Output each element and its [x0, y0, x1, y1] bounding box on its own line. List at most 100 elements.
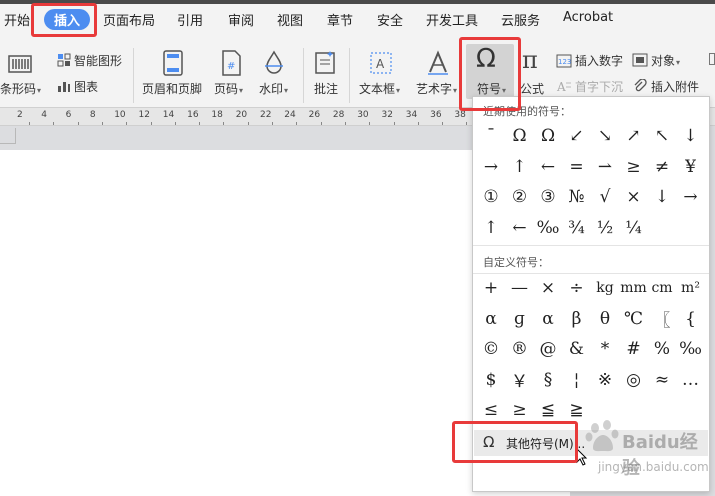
symbol-cell[interactable]: ℃	[621, 306, 647, 332]
symbol-cell[interactable]: ¦	[564, 367, 590, 393]
symbol-cell[interactable]: =	[564, 154, 590, 180]
ruler-mark: 8	[89, 110, 96, 120]
symbol-cell[interactable]: ↑	[478, 215, 504, 241]
symbol-cell[interactable]: ɡ	[507, 306, 533, 332]
symbol-cell[interactable]: @	[535, 336, 561, 362]
tab-view[interactable]: 视图	[277, 10, 303, 29]
symbol-cell[interactable]: ¼	[621, 215, 647, 241]
tab-developer[interactable]: 开发工具	[426, 10, 478, 29]
symbol-cell[interactable]: ←	[535, 154, 561, 180]
symbol-cell[interactable]: &	[564, 336, 590, 362]
symbol-cell[interactable]: —	[507, 275, 533, 301]
tab-security[interactable]: 安全	[377, 10, 403, 29]
symbol-cell[interactable]: ¥	[678, 154, 704, 180]
symbol-cell[interactable]: ￥	[507, 367, 533, 393]
chart-button[interactable]: 图表	[74, 78, 98, 95]
symbol-cell[interactable]: ÷	[564, 275, 590, 301]
symbol-cell[interactable]: ③	[535, 184, 561, 210]
symbol-cell[interactable]: ↓	[678, 123, 704, 149]
barcode-button[interactable]: 条形码▾	[0, 80, 41, 97]
symbol-cell[interactable]: √	[592, 184, 618, 210]
symbol-cell[interactable]: Ω	[507, 123, 533, 149]
symbol-cell[interactable]: …	[678, 367, 704, 393]
symbol-cell[interactable]: ②	[507, 184, 533, 210]
baidu-paw-logo	[585, 418, 621, 458]
tab-page-layout[interactable]: 页面布局	[103, 10, 155, 29]
symbol-cell[interactable]: ½	[592, 215, 618, 241]
symbol-cell[interactable]: α	[478, 306, 504, 332]
symbol-cell[interactable]: ↑	[507, 154, 533, 180]
symbol-cell[interactable]: ≥	[507, 397, 533, 423]
symbol-cell[interactable]: ↖	[649, 123, 675, 149]
symbol-cell[interactable]: kg	[592, 275, 618, 301]
symbol-cell[interactable]: #	[621, 336, 647, 362]
ruler-mark: 32	[381, 110, 393, 120]
symbol-cell[interactable]: →	[478, 154, 504, 180]
symbol-cell[interactable]: ×	[621, 184, 647, 210]
symbol-cell[interactable]: →	[678, 184, 704, 210]
symbol-cell[interactable]: ↙	[564, 123, 590, 149]
symbol-cell[interactable]: +	[478, 275, 504, 301]
symbol-cell[interactable]: №	[564, 184, 590, 210]
ruler-tick	[272, 122, 273, 125]
symbol-cell[interactable]: ¯	[478, 123, 504, 149]
tab-chapter[interactable]: 章节	[327, 10, 353, 29]
symbol-cell[interactable]: ←	[507, 215, 533, 241]
symbol-cell[interactable]: ≈	[649, 367, 675, 393]
page-number-button[interactable]: 页码▾	[214, 80, 243, 97]
symbol-cell[interactable]: Ω	[535, 123, 561, 149]
formula-button[interactable]: 公式	[520, 80, 544, 97]
symbol-cell[interactable]: ®	[507, 336, 533, 362]
symbol-cell[interactable]: ◎	[621, 367, 647, 393]
symbol-cell[interactable]: cm	[649, 275, 675, 301]
symbol-cell[interactable]: ①	[478, 184, 504, 210]
tab-cloud[interactable]: 云服务	[501, 10, 540, 29]
symbol-cell[interactable]: *	[592, 336, 618, 362]
symbol-cell[interactable]: ≦	[535, 397, 561, 423]
symbol-cell[interactable]: ‰	[535, 215, 561, 241]
symbol-cell[interactable]: {	[678, 306, 704, 332]
symbol-cell[interactable]: m²	[678, 275, 704, 301]
ruler-mark: 14	[162, 110, 175, 120]
symbol-cell[interactable]: %	[649, 336, 675, 362]
symbol-cell[interactable]: ※	[592, 367, 618, 393]
insert-number-button[interactable]: 插入数字	[575, 52, 623, 69]
barcode-label: 条形码	[0, 82, 37, 96]
tab-home[interactable]: 开始	[4, 10, 30, 29]
ruler-mark: 30	[357, 110, 369, 120]
symbol-cell[interactable]: mm	[620, 275, 647, 301]
tab-references[interactable]: 引用	[177, 10, 203, 29]
symbol-cell[interactable]: ≥	[621, 154, 647, 180]
symbol-cell[interactable]: ↘	[592, 123, 618, 149]
symbol-cell[interactable]: ≤	[478, 397, 504, 423]
wordart-button[interactable]: 艺术字▾	[416, 80, 457, 97]
header-footer-button[interactable]: 页眉和页脚	[142, 80, 202, 97]
symbol-cell[interactable]: ‰	[678, 336, 704, 362]
attachment-button[interactable]: 插入附件	[651, 78, 699, 95]
watermark-button[interactable]: 水印▾	[259, 80, 288, 97]
object-button[interactable]: 对象▾	[651, 52, 680, 69]
symbol-cell[interactable]: ×	[535, 275, 561, 301]
symbol-cell[interactable]: ¾	[564, 215, 590, 241]
textbox-button[interactable]: 文本框▾	[359, 80, 400, 97]
symbol-cell[interactable]: θ	[592, 306, 618, 332]
tab-review[interactable]: 审阅	[228, 10, 254, 29]
tab-acrobat[interactable]: Acrobat	[563, 10, 613, 25]
symbol-cell[interactable]: ⇀	[592, 154, 618, 180]
symbol-cell[interactable]: ↓	[649, 184, 675, 210]
symbol-cell[interactable]: β	[564, 306, 590, 332]
ruler-mark: 18	[211, 110, 223, 120]
symbol-cell[interactable]: ↗	[621, 123, 647, 149]
smart-art-button[interactable]: 智能图形	[74, 52, 122, 69]
symbol-cell[interactable]: $	[478, 367, 504, 393]
symbol-cell[interactable]: α	[535, 306, 561, 332]
symbol-cell[interactable]: 〖	[649, 306, 675, 332]
object-label: 对象	[651, 54, 676, 68]
symbol-cell[interactable]: §	[535, 367, 561, 393]
ruler-mark: 6	[65, 110, 72, 120]
symbol-cell[interactable]: ≠	[649, 154, 675, 180]
smart-art-icon	[57, 52, 71, 71]
overflow-icon[interactable]	[709, 53, 715, 65]
comment-button[interactable]: 批注	[314, 80, 338, 97]
symbol-cell[interactable]: ©	[478, 336, 504, 362]
